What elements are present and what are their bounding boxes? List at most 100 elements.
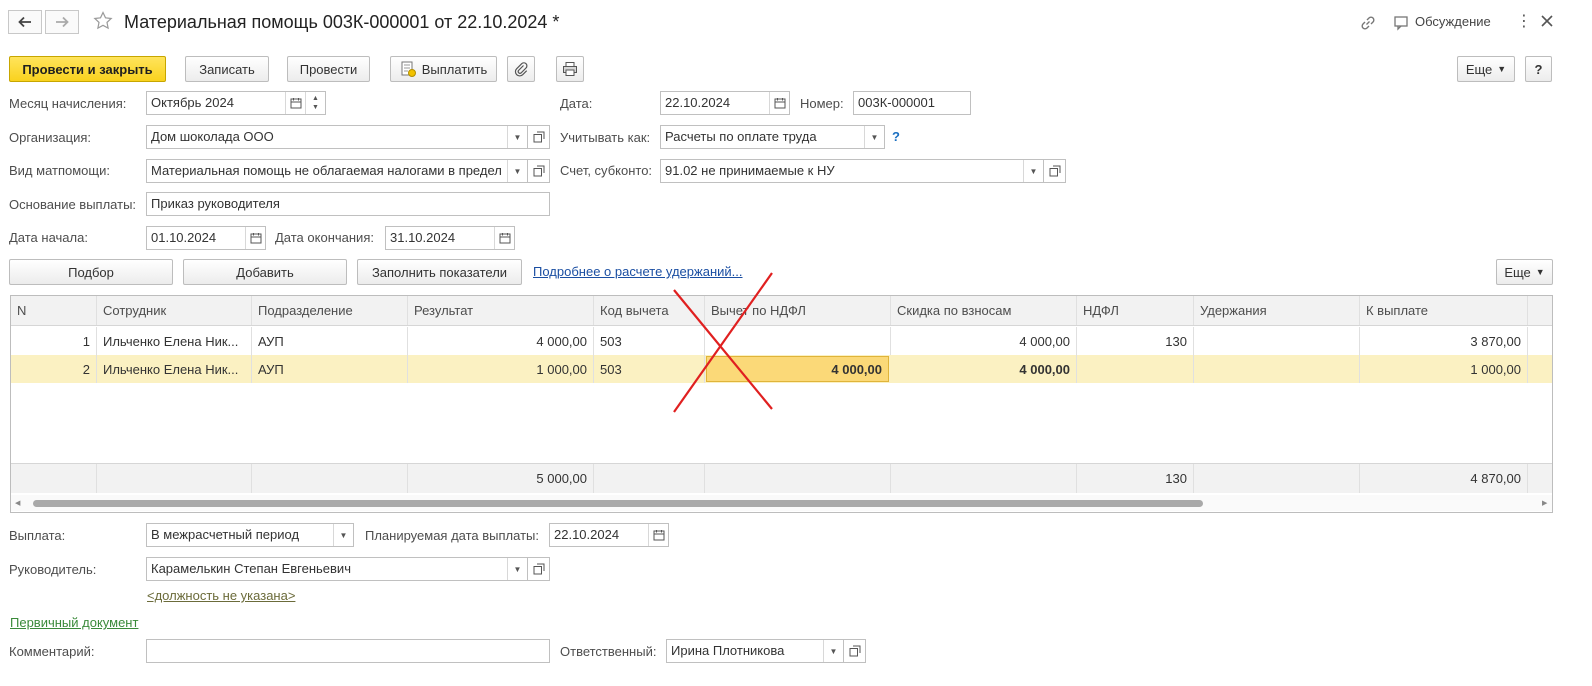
cell-contribution-discount: 4 000,00: [891, 355, 1077, 383]
fill-indicators-button[interactable]: Заполнить показатели: [357, 259, 522, 285]
pick-button[interactable]: Подбор: [9, 259, 173, 285]
discussion-icon[interactable]: [1393, 14, 1411, 35]
aid-type-field[interactable]: Материальная помощь не облагаемая налога…: [146, 159, 528, 183]
cell-withholdings: [1194, 355, 1360, 383]
favorite-star-icon[interactable]: [93, 11, 113, 34]
col-header-department[interactable]: Подразделение: [252, 296, 408, 325]
open-org-icon[interactable]: [528, 125, 550, 149]
col-header-result[interactable]: Результат: [408, 296, 594, 325]
cell-employee: Ильченко Елена Ник...: [97, 355, 252, 383]
col-header-employee[interactable]: Сотрудник: [97, 296, 252, 325]
planned-date-value: 22.10.2024: [554, 527, 620, 542]
forward-button[interactable]: [45, 10, 79, 34]
number-field[interactable]: 003К-000001: [853, 91, 971, 115]
dropdown-arrow-icon[interactable]: ▼: [507, 160, 527, 182]
planned-date-label: Планируемая дата выплаты:: [365, 528, 539, 543]
back-button[interactable]: [8, 10, 42, 34]
manager-value: Карамелькин Степан Евгеньевич: [151, 561, 351, 576]
calendar-icon[interactable]: [245, 227, 265, 249]
dropdown-arrow-icon[interactable]: ▼: [1023, 160, 1043, 182]
account-as-field[interactable]: Расчеты по оплате труда ▼: [660, 125, 885, 149]
employees-table[interactable]: N Сотрудник Подразделение Результат Код …: [10, 295, 1553, 513]
dropdown-arrow-icon[interactable]: ▼: [507, 558, 527, 580]
more-button-label: Еще: [1465, 61, 1493, 77]
calendar-icon[interactable]: [494, 227, 514, 249]
payout-field[interactable]: В межрасчетный период ▼: [146, 523, 354, 547]
account-value: 91.02 не принимаемые к НУ: [665, 163, 835, 178]
scroll-right-icon[interactable]: ▶: [1542, 499, 1547, 507]
calendar-icon[interactable]: [769, 92, 789, 114]
spin-stepper[interactable]: ▲ ▼: [305, 92, 325, 114]
open-manager-icon[interactable]: [528, 557, 550, 581]
attach-button[interactable]: [507, 56, 535, 82]
month-field[interactable]: Октябрь 2024 ▲ ▼: [146, 91, 326, 115]
dropdown-arrow-icon[interactable]: ▼: [333, 524, 353, 546]
spin-up-icon[interactable]: ▲: [312, 94, 319, 103]
basis-field[interactable]: Приказ руководителя: [146, 192, 550, 216]
primary-document-link[interactable]: Первичный документ: [10, 615, 138, 631]
dropdown-arrow-icon[interactable]: ▼: [823, 640, 843, 662]
responsible-field[interactable]: Ирина Плотникова ▼: [666, 639, 844, 663]
start-date-field[interactable]: 01.10.2024: [146, 226, 266, 250]
open-account-icon[interactable]: [1044, 159, 1066, 183]
cell-employee: Ильченко Елена Ник...: [97, 327, 252, 355]
number-value: 003К-000001: [858, 95, 935, 110]
account-field[interactable]: 91.02 не принимаемые к НУ ▼: [660, 159, 1044, 183]
discussion-label[interactable]: Обсуждение: [1415, 14, 1491, 29]
print-button[interactable]: [556, 56, 584, 82]
date-field[interactable]: 22.10.2024: [660, 91, 790, 115]
printer-icon: [563, 62, 577, 76]
scroll-left-icon[interactable]: ◀: [15, 499, 20, 507]
col-header-ndfl[interactable]: НДФЛ: [1077, 296, 1194, 325]
col-header-n[interactable]: N: [11, 296, 97, 325]
caret-down-icon: ▼: [1535, 267, 1545, 277]
scrollbar-thumb[interactable]: [33, 500, 1203, 507]
cell-withholdings: [1194, 327, 1360, 355]
help-question-icon[interactable]: ?: [892, 129, 900, 144]
manager-field[interactable]: Карамелькин Степан Евгеньевич ▼: [146, 557, 528, 581]
comment-field[interactable]: [146, 639, 550, 663]
more-button[interactable]: Еще ▼: [1457, 56, 1515, 82]
cell-to-pay: 1 000,00: [1360, 355, 1528, 383]
red-cross-annotation: [673, 272, 773, 413]
cell-result: 1 000,00: [408, 355, 594, 383]
col-header-withholdings[interactable]: Удержания: [1194, 296, 1360, 325]
end-date-field[interactable]: 31.10.2024: [385, 226, 515, 250]
position-link[interactable]: <должность не указана>: [147, 588, 295, 604]
dropdown-arrow-icon[interactable]: ▼: [864, 126, 884, 148]
more-actions-icon[interactable]: ⋮: [1516, 13, 1532, 31]
comment-value: [147, 640, 549, 662]
save-button[interactable]: Записать: [185, 56, 269, 82]
table-row-selected[interactable]: 2 Ильченко Елена Ник... АУП 1 000,00 503…: [11, 355, 1552, 383]
org-label: Организация:: [9, 130, 92, 145]
col-header-to-pay[interactable]: К выплате: [1360, 296, 1528, 325]
total-cell: [11, 464, 97, 493]
col-header-contribution-discount[interactable]: Скидка по взносам: [891, 296, 1077, 325]
open-responsible-icon[interactable]: [844, 639, 866, 663]
close-icon[interactable]: [1538, 12, 1556, 33]
planned-date-field[interactable]: 22.10.2024: [549, 523, 669, 547]
org-value: Дом шоколада ООО: [151, 129, 274, 144]
table-more-button[interactable]: Еще ▼: [1496, 259, 1553, 285]
aid-type-value: Материальная помощь не облагаемая налога…: [151, 163, 502, 178]
month-label: Месяц начисления:: [9, 96, 127, 111]
basis-label: Основание выплаты:: [9, 197, 137, 212]
spin-down-icon[interactable]: ▼: [312, 103, 319, 112]
table-more-label: Еще: [1504, 264, 1531, 280]
post-and-close-button[interactable]: Провести и закрыть: [9, 56, 166, 82]
manager-label: Руководитель:: [9, 562, 97, 577]
open-aid-type-icon[interactable]: [528, 159, 550, 183]
calendar-icon[interactable]: [285, 92, 305, 114]
pay-button[interactable]: Выплатить: [390, 56, 497, 82]
horizontal-scrollbar[interactable]: ◀ ▶: [11, 495, 1552, 511]
dropdown-arrow-icon[interactable]: ▼: [507, 126, 527, 148]
add-button[interactable]: Добавить: [183, 259, 347, 285]
help-button[interactable]: ?: [1525, 56, 1552, 82]
org-field[interactable]: Дом шоколада ООО ▼: [146, 125, 528, 149]
post-button[interactable]: Провести: [287, 56, 370, 82]
payout-value: В межрасчетный период: [151, 527, 300, 542]
link-icon[interactable]: [1359, 14, 1377, 35]
table-row[interactable]: 1 Ильченко Елена Ник... АУП 4 000,00 503…: [11, 327, 1552, 355]
calendar-icon[interactable]: [648, 524, 668, 546]
cell-to-pay: 3 870,00: [1360, 327, 1528, 355]
